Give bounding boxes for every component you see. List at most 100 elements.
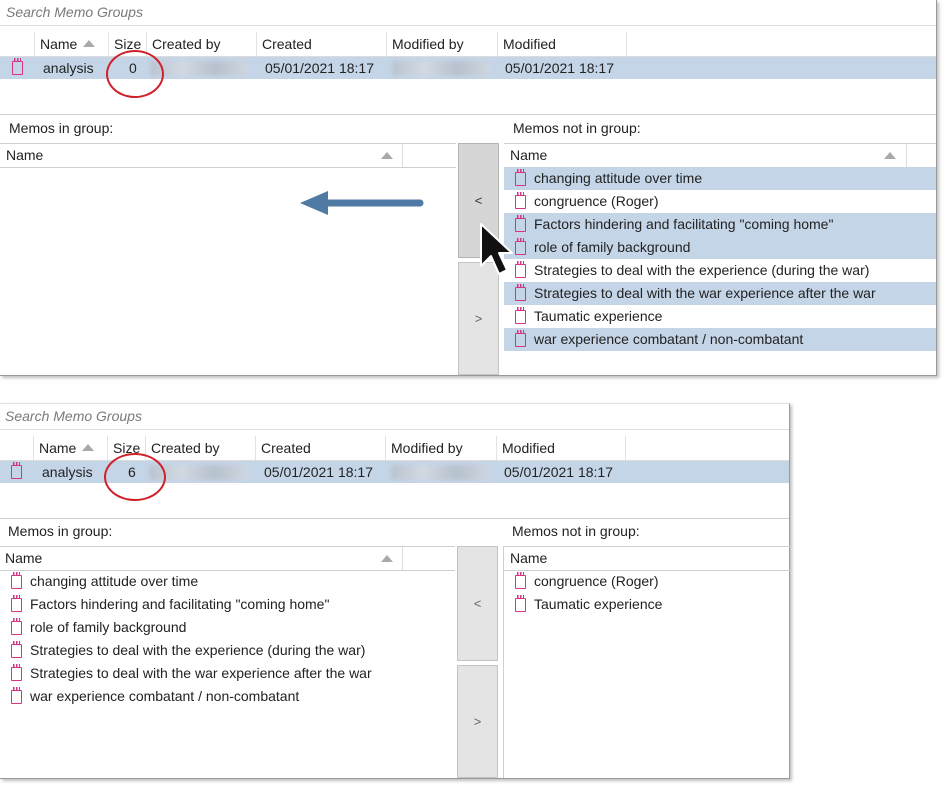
memo-name: congruence (Roger) (534, 573, 659, 589)
group-name: analysis (43, 60, 94, 76)
memos-not-in-group-list[interactable]: Name changing attitude over time congruen… (504, 143, 936, 375)
memo-groups-table: Name Size Created by Created Modified by… (0, 32, 936, 115)
icon-column-header (0, 436, 34, 460)
memo-name: congruence (Roger) (534, 193, 659, 209)
memo-name: role of family background (30, 619, 187, 635)
memo-name: war experience combatant / non-combatant (534, 331, 804, 347)
list-item[interactable]: Taumatic experience (504, 593, 790, 616)
sort-ascending-icon (884, 152, 896, 159)
annotation-circle (104, 453, 166, 501)
list-item[interactable]: Strategies to deal with the war experien… (0, 662, 455, 685)
column-header-modified-by[interactable]: Modified by (387, 32, 498, 56)
memo-icon (515, 595, 526, 612)
memos-in-group-label: Memos in group: (8, 523, 113, 539)
memo-name: Factors hindering and facilitating "comi… (534, 216, 834, 232)
memos-in-group-list[interactable]: Name changing attitude over time Factors … (0, 546, 455, 778)
memo-name: Taumatic experience (534, 308, 663, 324)
memos-not-in-group-label: Memos not in group: (512, 523, 640, 539)
column-header-created[interactable]: Created (257, 32, 387, 56)
memo-icon (515, 261, 526, 278)
memo-icon (11, 641, 22, 658)
search-input[interactable] (5, 407, 716, 425)
list-item[interactable]: Strategies to deal with the experience (… (0, 639, 455, 662)
memo-icon (515, 215, 526, 232)
modified-by-redacted (392, 61, 490, 76)
memo-icon (515, 284, 526, 301)
memo-icon (515, 238, 526, 255)
column-header-name[interactable]: Name (35, 32, 109, 56)
memo-name: Strategies to deal with the experience (… (30, 642, 366, 658)
memo-icon (11, 572, 22, 589)
memos-not-in-group-list[interactable]: Name congruence (Roger) Taumatic experien… (503, 546, 790, 778)
memos-in-group-label: Memos in group: (9, 120, 114, 136)
column-header-modified[interactable]: Modified (497, 436, 626, 460)
memo-icon (515, 169, 526, 186)
column-header-modified[interactable]: Modified (498, 32, 627, 56)
memo-name: Taumatic experience (534, 596, 663, 612)
list-item[interactable]: role of family background (504, 236, 936, 259)
list-item[interactable]: Strategies to deal with the experience (… (504, 259, 936, 282)
column-header-modified-by[interactable]: Modified by (386, 436, 497, 460)
column-header-created-by[interactable]: Created by (147, 32, 257, 56)
list-item[interactable]: war experience combatant / non-combatant (0, 685, 455, 708)
remove-from-group-button[interactable]: > (458, 262, 499, 375)
memo-name: changing attitude over time (534, 170, 703, 186)
memo-icon (515, 192, 526, 209)
memo-name: Factors hindering and facilitating "comi… (30, 596, 330, 612)
memo-name: role of family background (534, 239, 691, 255)
list-item[interactable]: Taumatic experience (504, 305, 936, 328)
icon-column-header (0, 32, 35, 56)
move-to-group-button[interactable]: < (457, 546, 498, 661)
group-created: 05/01/2021 18:17 (265, 60, 374, 76)
memo-icon (11, 618, 22, 635)
list-item[interactable]: role of family background (0, 616, 455, 639)
memo-group-icon (11, 462, 22, 479)
memo-icon (11, 687, 22, 704)
list-item[interactable]: war experience combatant / non-combatant (504, 328, 936, 351)
memo-icon (515, 572, 526, 589)
mouse-pointer-icon (480, 223, 513, 275)
memo-name: Strategies to deal with the experience (… (534, 262, 870, 278)
group-modified: 05/01/2021 18:17 (504, 464, 613, 480)
list-item[interactable]: Strategies to deal with the war experien… (504, 282, 936, 305)
sort-ascending-icon (83, 40, 96, 48)
memos-not-in-group-label: Memos not in group: (513, 120, 641, 136)
memo-group-panel-after: Name Size Created by Created Modified by… (0, 403, 790, 779)
memo-icon (515, 307, 526, 324)
list-header[interactable]: Name (504, 546, 790, 571)
memo-group-icon (12, 58, 23, 75)
memo-name: changing attitude over time (30, 573, 199, 589)
annotation-circle (106, 50, 164, 98)
list-header[interactable]: Name (0, 546, 455, 571)
list-item[interactable]: congruence (Roger) (504, 570, 790, 593)
remove-from-group-button[interactable]: > (457, 665, 498, 778)
memo-name: Strategies to deal with the war experien… (30, 665, 372, 681)
memo-groups-table: Name Size Created by Created Modified by… (0, 436, 789, 519)
list-item[interactable]: congruence (Roger) (504, 190, 936, 213)
memos-in-group-list[interactable]: Name (0, 143, 456, 375)
column-header-name[interactable]: Name (34, 436, 108, 460)
memo-icon (515, 330, 526, 347)
memo-name: Strategies to deal with the war experien… (534, 285, 876, 301)
sort-ascending-icon (82, 444, 95, 452)
list-header[interactable]: Name (504, 143, 936, 168)
created-by-redacted (150, 61, 248, 76)
group-name: analysis (42, 464, 93, 480)
search-bar (0, 404, 789, 430)
list-item[interactable]: changing attitude over time (504, 167, 936, 190)
list-header[interactable]: Name (0, 143, 456, 168)
memo-name: war experience combatant / non-combatant (30, 688, 300, 704)
search-input[interactable] (6, 3, 849, 21)
column-header-created[interactable]: Created (256, 436, 386, 460)
list-item[interactable]: Factors hindering and facilitating "comi… (0, 593, 455, 616)
group-modified: 05/01/2021 18:17 (505, 60, 614, 76)
move-direction-arrow-icon (300, 191, 424, 215)
memo-group-panel-before: Name Size Created by Created Modified by… (0, 0, 937, 376)
list-item[interactable]: changing attitude over time (0, 570, 455, 593)
modified-by-redacted (391, 465, 489, 480)
sort-ascending-icon (381, 555, 393, 562)
memo-icon (11, 595, 22, 612)
search-bar (0, 0, 936, 26)
list-item[interactable]: Factors hindering and facilitating "comi… (504, 213, 936, 236)
column-header-created-by[interactable]: Created by (146, 436, 256, 460)
